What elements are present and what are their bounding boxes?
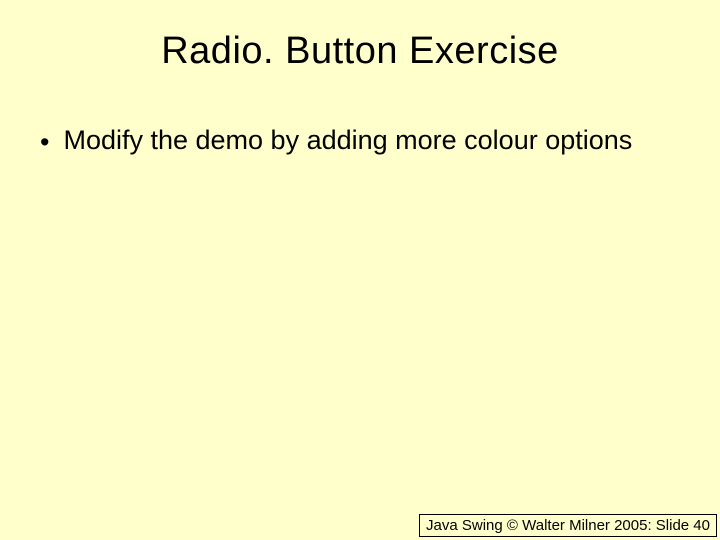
bullet-text: Modify the demo by adding more colour op… — [63, 123, 680, 158]
slide-title: Radio. Button Exercise — [0, 0, 720, 73]
bullet-item: • Modify the demo by adding more colour … — [40, 123, 680, 160]
slide-footer: Java Swing © Walter Milner 2005: Slide 4… — [419, 514, 717, 537]
slide-body: • Modify the demo by adding more colour … — [0, 73, 720, 160]
bullet-dot: • — [40, 125, 49, 160]
